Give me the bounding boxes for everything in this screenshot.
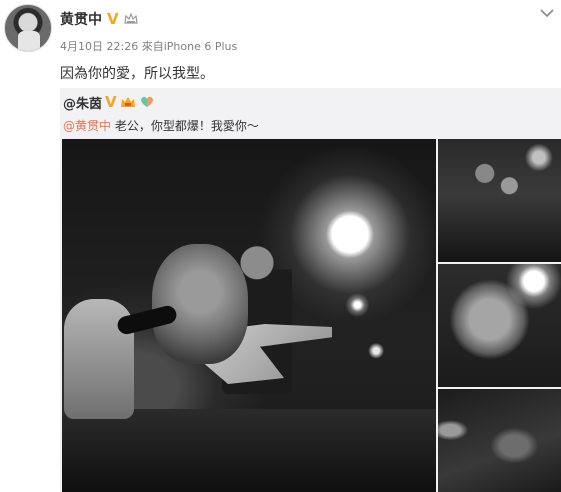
post-timestamp[interactable]: 4月10日 22:26 bbox=[60, 40, 138, 53]
weibo-post: 黄贯中 V 4月10日 22:26 來自iPhone 6 Plus 因為你的愛，… bbox=[0, 0, 561, 492]
repost-author-name[interactable]: @朱茵 bbox=[63, 93, 102, 112]
verified-icon: V bbox=[105, 92, 117, 111]
photo-stage-foreground bbox=[62, 409, 436, 492]
post-text: 因為你的愛，所以我型。 bbox=[60, 66, 214, 82]
repost-card[interactable]: @朱茵 V @黄贯中 老公，你型都爆！我愛你～ bbox=[60, 88, 561, 492]
mention-link[interactable]: @黄贯中 bbox=[63, 119, 111, 133]
avatar-figure bbox=[18, 31, 40, 51]
author-name[interactable]: 黄贯中 bbox=[60, 9, 102, 29]
concert-photo-2[interactable] bbox=[438, 139, 561, 262]
repost-body: 老公，你型都爆！我愛你～ bbox=[111, 119, 259, 133]
crown-icon bbox=[123, 13, 138, 24]
repost-author-row: @朱茵 V bbox=[63, 92, 155, 112]
source-device[interactable]: iPhone 6 Plus bbox=[164, 40, 238, 53]
repost-text: @黄贯中 老公，你型都爆！我愛你～ bbox=[63, 117, 259, 134]
chevron-down-icon[interactable] bbox=[539, 8, 555, 18]
post-meta: 4月10日 22:26 來自iPhone 6 Plus bbox=[60, 38, 237, 54]
source-prefix: 來自 bbox=[141, 40, 164, 53]
avatar[interactable] bbox=[4, 4, 52, 52]
author-row: 黄贯中 V bbox=[60, 9, 138, 29]
concert-photo-main[interactable] bbox=[62, 139, 436, 492]
photo-singer bbox=[152, 244, 248, 364]
concert-photo-3[interactable] bbox=[438, 264, 561, 387]
vip-crown-icon bbox=[120, 97, 135, 107]
heart-balloon-icon bbox=[140, 96, 153, 107]
verified-icon: V bbox=[107, 9, 119, 28]
concert-photo-4[interactable] bbox=[438, 389, 561, 492]
